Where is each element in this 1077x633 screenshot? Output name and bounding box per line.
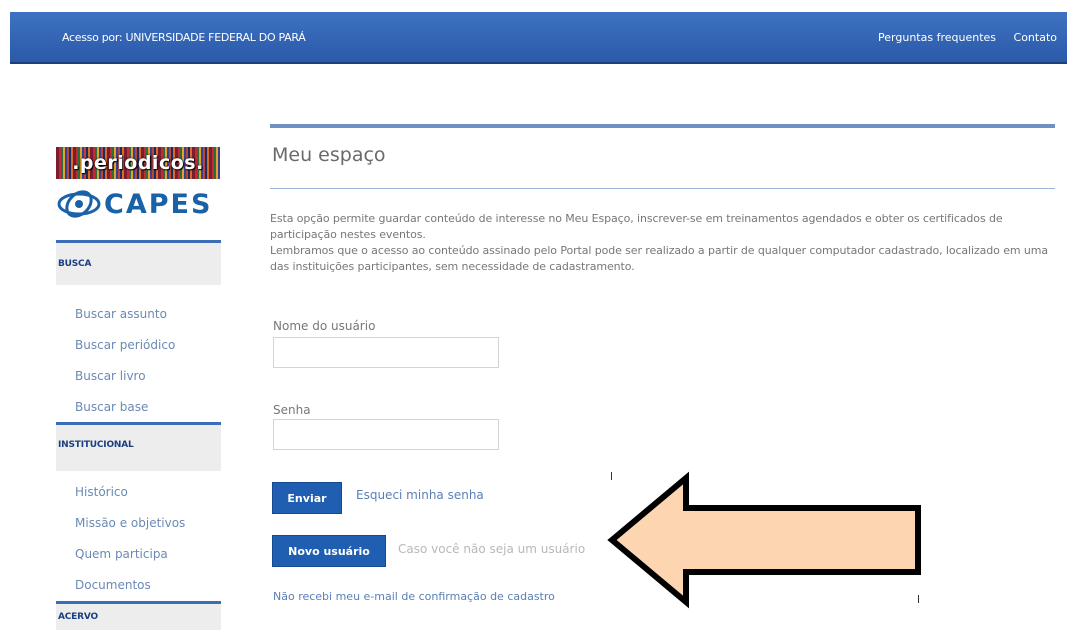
periodicos-logo-text: .periodicos. <box>72 152 204 174</box>
password-label: Senha <box>273 403 311 417</box>
capes-emblem-icon <box>57 190 101 218</box>
page-title: Meu espaço <box>272 144 386 166</box>
sidebar-item-historico[interactable]: Histórico <box>56 477 221 508</box>
username-input[interactable] <box>273 337 499 368</box>
intro-paragraph-2: Lembramos que o acesso ao conteúdo assin… <box>270 244 1049 273</box>
title-top-rule <box>270 124 1055 128</box>
forgot-password-link[interactable]: Esqueci minha senha <box>356 488 484 502</box>
sidebar-section-institucional: INSTITUCIONAL <box>56 422 221 471</box>
main-content: Meu espaço Esta opção permite guardar co… <box>270 124 1055 275</box>
sidebar-section-busca: BUSCA <box>56 240 221 285</box>
new-user-button[interactable]: Novo usuário <box>272 535 386 567</box>
intro-text: Esta opção permite guardar conteúdo de i… <box>270 211 1055 275</box>
intro-paragraph-1: Esta opção permite guardar conteúdo de i… <box>270 212 1003 241</box>
sidebar-item-buscar-periodico[interactable]: Buscar periódico <box>56 330 221 361</box>
sidebar: BUSCA Buscar assunto Buscar periódico Bu… <box>56 240 221 630</box>
sidebar-item-quem-participa[interactable]: Quem participa <box>56 539 221 570</box>
password-input[interactable] <box>273 419 499 450</box>
submit-button[interactable]: Enviar <box>272 482 342 514</box>
sidebar-item-buscar-base[interactable]: Buscar base <box>56 392 221 422</box>
sidebar-section-acervo: ACERVO <box>56 601 221 630</box>
top-bar: Acesso por: UNIVERSIDADE FEDERAL DO PARÁ… <box>10 12 1067 64</box>
contact-link[interactable]: Contato <box>1014 31 1057 44</box>
resend-confirmation-link[interactable]: Não recebi meu e-mail de confirmação de … <box>273 590 555 603</box>
access-institution-text: Acesso por: UNIVERSIDADE FEDERAL DO PARÁ <box>62 31 306 44</box>
capes-logo-text: CAPES <box>104 188 213 220</box>
new-user-hint: Caso você não seja um usuário <box>398 542 586 556</box>
title-divider <box>270 188 1055 189</box>
left-arrow-icon <box>607 471 921 609</box>
capes-logo[interactable]: CAPES <box>56 184 224 224</box>
faq-link[interactable]: Perguntas frequentes <box>878 31 996 44</box>
sidebar-item-missao[interactable]: Missão e objetivos <box>56 508 221 539</box>
top-links: Perguntas frequentes Contato <box>864 31 1057 44</box>
sidebar-item-documentos[interactable]: Documentos <box>56 570 221 601</box>
username-label: Nome do usuário <box>273 319 376 333</box>
sidebar-item-buscar-livro[interactable]: Buscar livro <box>56 361 221 392</box>
periodicos-logo[interactable]: .periodicos. <box>56 147 220 179</box>
sidebar-item-buscar-assunto[interactable]: Buscar assunto <box>56 299 221 330</box>
